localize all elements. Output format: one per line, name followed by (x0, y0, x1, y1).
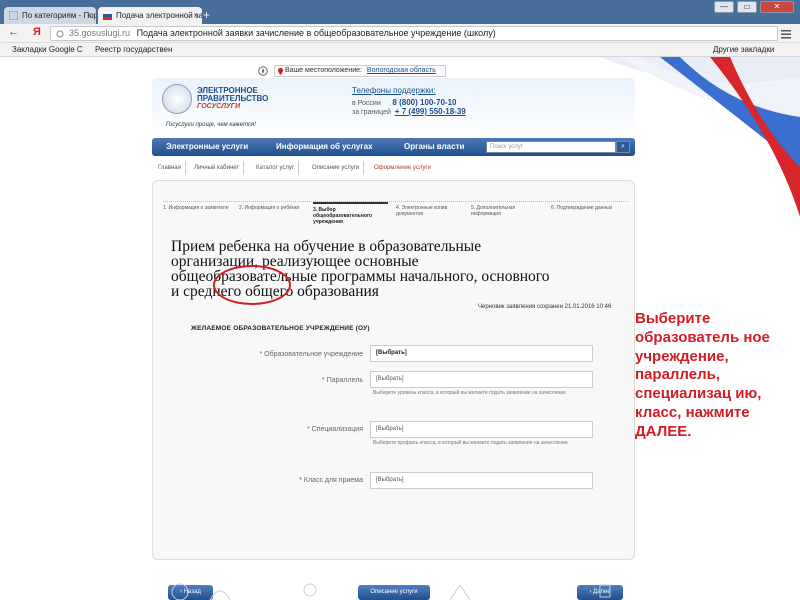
form-panel: 1. Информация о заявителе 2. Информация … (152, 180, 635, 600)
breadcrumb: Главная Личный кабинет Каталог услуг Опи… (152, 161, 635, 175)
slogan: Госуслуги проще, чем кажется! (166, 122, 256, 128)
field-label-school: * Образовательное учреждение (259, 351, 363, 358)
tab-close-icon[interactable]: × (87, 7, 92, 24)
url-page-title: Подача электронной заявки зачисление в о… (136, 28, 496, 38)
menu-item-services[interactable]: Электронные услуги (166, 142, 248, 151)
reload-icon[interactable] (56, 30, 64, 38)
tab-close-icon[interactable]: × (193, 7, 198, 24)
yandex-icon[interactable]: Я (33, 26, 41, 38)
browser-tab-catalog[interactable]: По категориям - Порта × (4, 7, 96, 24)
draft-saved-note: Черновик заявления сохранен 21.01.2016 1… (478, 304, 612, 310)
maximize-button[interactable]: ▭ (737, 1, 757, 13)
field-label-specialization: * Специализация (306, 426, 363, 433)
crumb-catalog[interactable]: Каталог услуг (252, 161, 300, 175)
back-arrow-icon[interactable]: ← (8, 26, 19, 38)
tab-title: По категориям - Порта (22, 11, 96, 20)
other-bookmarks[interactable]: Другие закладки (713, 43, 774, 56)
highlight-oval (213, 265, 291, 305)
url-host: 35.gosuslugi.ru (69, 28, 131, 38)
portal-header: ЭЛЕКТРОННОЕ ПРАВИТЕЛЬСТВО ГОСУСЛУГИ Госу… (152, 78, 635, 136)
crumb-cabinet[interactable]: Личный кабинет (190, 161, 245, 175)
compass-icon[interactable] (258, 66, 268, 76)
search-input[interactable]: Поиск услуг (486, 141, 616, 153)
step-4: 4. Электронные копии документов (396, 205, 448, 217)
brand-line3: ГОСУСЛУГИ (197, 103, 241, 110)
bookmark-google[interactable]: Закладки Google C (12, 43, 83, 56)
specialization-select[interactable]: [Выбрать] (370, 421, 593, 438)
russian-flag-icon (103, 11, 112, 20)
step-3-current: 3. Выбор общеобразовательного учреждения (313, 202, 388, 225)
browser-nav-bar: ← Я 35.gosuslugi.ru Подача электронной з… (0, 24, 800, 43)
brand-line2: ПРАВИТЕЛЬСТВО (197, 94, 269, 103)
phone-ru: 8 (800) 100-70-10 (392, 98, 457, 107)
instruction-text: Выберите образователь ное учреждение, па… (635, 310, 770, 440)
minimize-button[interactable]: — (714, 1, 734, 13)
brand-text: ЭЛЕКТРОННОЕ ПРАВИТЕЛЬСТВО ГОСУСЛУГИ (197, 87, 268, 111)
menu-icon[interactable] (781, 29, 791, 39)
main-menu: Электронные услуги Информация об услугах… (152, 138, 635, 156)
new-tab-button[interactable]: + (203, 8, 210, 22)
phone-ru-label: в России (352, 100, 381, 107)
wizard-steps: 1. Информация о заявителе 2. Информация … (163, 201, 628, 227)
bookmarks-bar: Закладки Google C Реестр государствен Др… (0, 43, 800, 57)
crumb-description[interactable]: Описание услуги (308, 161, 365, 175)
school-select[interactable]: [Выбрать] (370, 345, 593, 362)
specialization-hint: Выберите профиль класса, в который вы же… (373, 440, 568, 446)
map-pin-icon (278, 68, 283, 75)
bookmark-registry[interactable]: Реестр государствен (95, 43, 172, 56)
crumb-home[interactable]: Главная (154, 161, 186, 175)
step-2: 2. Информация о ребёнке (239, 205, 300, 211)
parallel-select[interactable]: [Выбрать] (370, 371, 593, 388)
location-value[interactable]: Вологодская область (367, 67, 436, 74)
location-selector[interactable]: Ваше местоположение: Вологодская область (274, 65, 446, 77)
step-5: 5. Дополнительная информация (471, 205, 516, 217)
phone-abroad-label: за границей (352, 109, 391, 116)
section-title: ЖЕЛАЕМОЕ ОБРАЗОВАТЕЛЬНОЕ УЧРЕЖДЕНИЕ (ОУ) (191, 325, 370, 332)
support-phones: Телефоны поддержки: в России 8 (800) 100… (352, 86, 466, 116)
browser-tab-application[interactable]: Подача электронной за × (98, 7, 202, 24)
step-6: 6. Подтверждение данных (551, 205, 613, 211)
footer-decoration (171, 583, 611, 600)
address-bar[interactable]: 35.gosuslugi.ru Подача электронной заявк… (50, 26, 778, 41)
class-select[interactable]: [Выбрать] (370, 472, 593, 489)
menu-item-info[interactable]: Информация об услугах (276, 142, 373, 151)
parallel-hint: Выберите уровень класса, в который вы же… (373, 390, 566, 396)
crumb-current: Оформление услуги (374, 165, 431, 171)
field-label-class: * Класс для приема (299, 477, 363, 484)
search-icon[interactable]: ⌕ (616, 141, 630, 153)
gosuslugi-logo[interactable] (162, 84, 192, 114)
browser-tab-bar: По категориям - Порта × Подача электронн… (0, 0, 800, 24)
phones-title[interactable]: Телефоны поддержки: (352, 86, 466, 95)
menu-item-authorities[interactable]: Органы власти (404, 142, 464, 151)
favicon-icon (9, 11, 18, 20)
phone-abroad: + 7 (499) 550-18-39 (394, 107, 466, 116)
tab-title: Подача электронной за (116, 11, 202, 20)
location-label: Ваше местоположение: (285, 67, 362, 74)
field-label-parallel: * Параллель (322, 377, 363, 384)
step-1: 1. Информация о заявителе (163, 205, 229, 211)
close-window-button[interactable]: ✕ (760, 1, 794, 13)
